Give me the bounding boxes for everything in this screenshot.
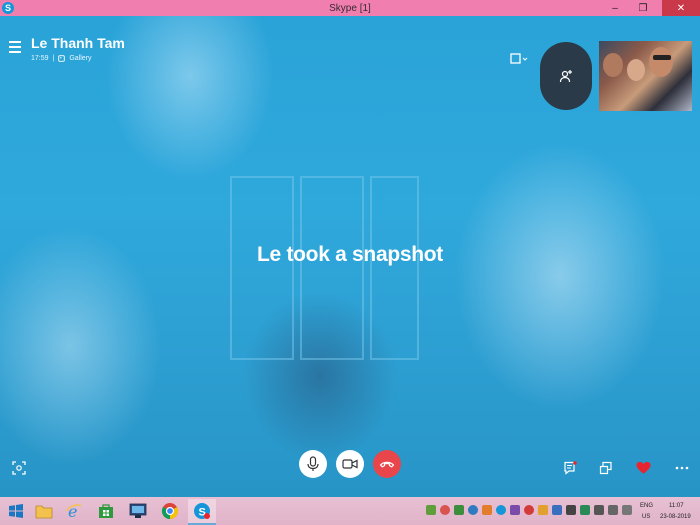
contact-name: Le Thanh Tam <box>31 35 125 51</box>
reaction-button[interactable] <box>635 460 651 476</box>
tray-icon[interactable] <box>482 505 492 515</box>
store-icon <box>99 504 113 518</box>
skype-icon: S <box>194 503 210 519</box>
hang-up-icon <box>379 461 395 468</box>
language-indicator[interactable]: ENG <box>640 503 653 509</box>
tray-skype-icon[interactable] <box>496 505 506 515</box>
snapshot-icon <box>12 461 26 475</box>
add-participant-button[interactable] <box>540 42 592 110</box>
internet-explorer-icon: e <box>66 502 82 520</box>
gallery-icon <box>58 55 66 62</box>
windows-taskbar: e S ENG US 11:07 23-08-2019 <box>0 497 700 525</box>
monitor-icon <box>129 503 147 518</box>
taskbar-file-explorer[interactable] <box>30 499 58 523</box>
taskbar-chrome[interactable] <box>156 499 184 523</box>
call-subtitle: 17:59 | Gallery <box>31 55 92 62</box>
heart-icon <box>635 461 651 474</box>
network-icon[interactable] <box>594 505 604 515</box>
battery-icon[interactable] <box>608 505 618 515</box>
background-window <box>300 176 364 360</box>
share-screen-icon <box>599 461 612 475</box>
taskbar-internet-explorer[interactable]: e <box>60 499 88 523</box>
more-options-icon <box>675 466 689 470</box>
self-video-preview[interactable] <box>599 41 692 111</box>
minimize-button[interactable]: – <box>606 0 624 16</box>
gallery-label[interactable]: Gallery <box>69 55 91 62</box>
windows-logo-icon <box>9 504 23 518</box>
window-title: Skype [1] <box>329 2 371 14</box>
taskbar-remote-desktop[interactable] <box>124 499 152 523</box>
snapshot-notification: Le took a snapshot <box>257 243 443 266</box>
menu-icon[interactable] <box>9 41 21 53</box>
region-indicator: US <box>642 514 651 520</box>
maximize-button[interactable]: ❐ <box>634 0 652 16</box>
switch-layout-button[interactable] <box>509 52 529 70</box>
video-camera-button[interactable] <box>336 450 364 478</box>
more-options-button[interactable] <box>674 460 690 476</box>
video-camera-icon <box>342 459 358 469</box>
clock-time[interactable]: 11:07 <box>669 503 684 509</box>
skype-app-icon: S <box>2 2 14 14</box>
background-window <box>230 176 294 360</box>
share-screen-button[interactable] <box>598 460 614 476</box>
chat-icon <box>564 461 577 475</box>
tray-icon[interactable] <box>566 505 576 515</box>
folder-icon <box>35 505 53 519</box>
tray-icon[interactable] <box>580 505 590 515</box>
tray-icon[interactable] <box>538 505 548 515</box>
layout-icon <box>510 53 528 64</box>
taskbar-store[interactable] <box>92 499 120 523</box>
chat-button[interactable] <box>562 460 578 476</box>
microphone-button[interactable] <box>299 450 327 478</box>
tray-icon[interactable] <box>510 505 520 515</box>
start-button[interactable] <box>2 499 30 523</box>
take-snapshot-button[interactable] <box>11 460 27 476</box>
close-button[interactable]: ✕ <box>662 0 700 16</box>
tray-icon[interactable] <box>440 505 450 515</box>
add-person-icon <box>559 70 572 83</box>
call-time: 17:59 <box>31 55 49 62</box>
chrome-icon <box>161 503 179 520</box>
tray-icon[interactable] <box>454 505 464 515</box>
tray-icon[interactable] <box>524 505 534 515</box>
end-call-button[interactable] <box>373 450 401 478</box>
clock-date: 23-08-2019 <box>660 514 691 520</box>
tray-icon[interactable] <box>426 505 436 515</box>
volume-icon[interactable] <box>622 505 632 515</box>
window-title-bar: S Skype [1] – ❐ ✕ <box>0 0 700 16</box>
tray-icon[interactable] <box>552 505 562 515</box>
video-call-view: Le Thanh Tam 17:59 | Gallery Le took a s… <box>0 16 700 497</box>
microphone-icon <box>307 456 319 471</box>
taskbar-skype[interactable]: S <box>188 499 216 525</box>
tray-icon[interactable] <box>468 505 478 515</box>
background-window <box>370 176 419 360</box>
